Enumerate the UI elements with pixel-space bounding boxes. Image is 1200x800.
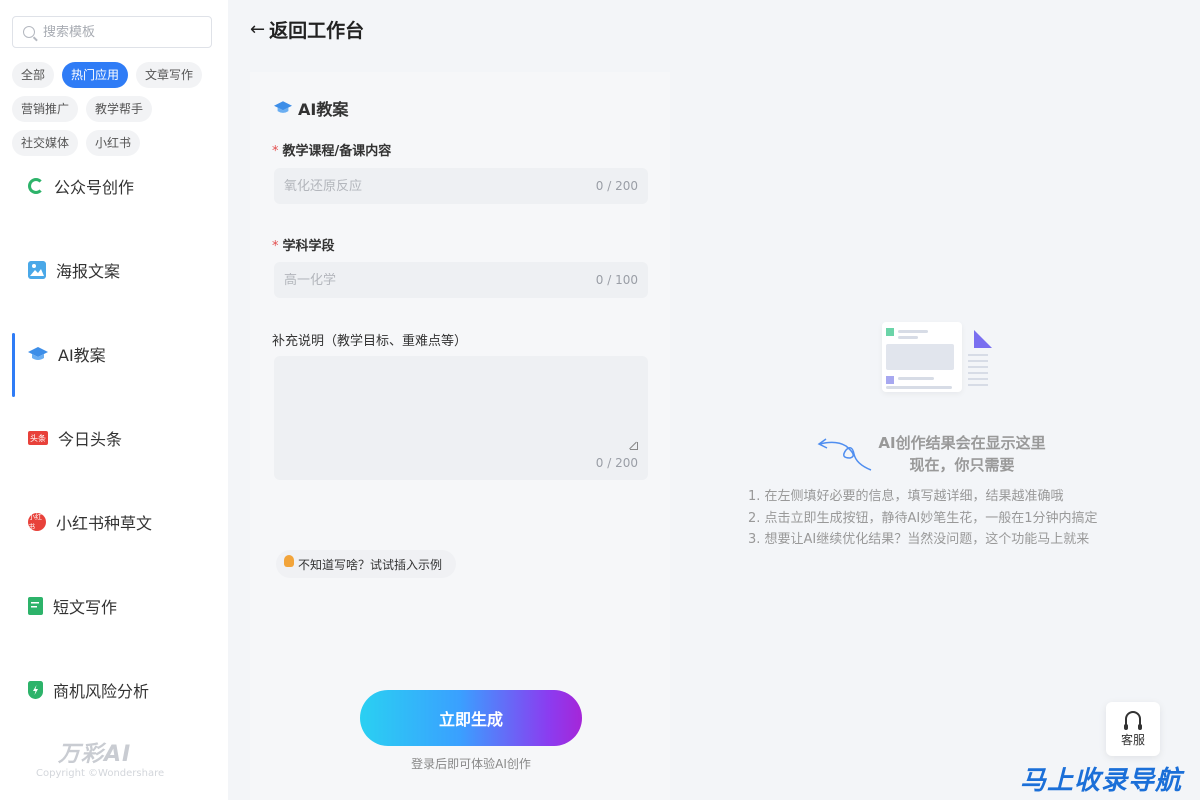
poster-icon: [28, 261, 46, 279]
instruction-steps: 1. 在左侧填好必要的信息，填写越详细，结果越准确哦 2. 点击立即生成按钮，静…: [748, 486, 1098, 551]
supplement-textarea[interactable]: [274, 356, 648, 480]
sidebar-item-label: 今日头条: [58, 430, 123, 449]
login-tip: 登录后即可体验AI创作: [411, 757, 531, 771]
course-content-label-text: 教学课程/备课内容: [282, 144, 392, 159]
customer-service-button[interactable]: 客服: [1106, 702, 1160, 756]
result-area: AI创作结果会在显示这里 现在，你只需要 1. 在左侧填好必要的信息，填写越详细…: [672, 72, 1200, 800]
search-box[interactable]: [12, 16, 212, 48]
course-content-input[interactable]: [284, 178, 564, 194]
subject-grade-input[interactable]: [284, 272, 564, 288]
tag-article-writing[interactable]: 文章写作: [136, 62, 203, 88]
back-label: 返回工作台: [269, 20, 365, 42]
result-placeholder-title: AI创作结果会在显示这里 现在，你只需要: [852, 432, 1072, 476]
tag-all[interactable]: 全部: [12, 62, 55, 88]
xiaohongshu-icon: 小红书: [28, 513, 46, 531]
sidebar-item-xiaohongshu[interactable]: 小红书 小红书种草文: [0, 480, 228, 564]
sidebar-item-label: 小红书种草文: [56, 514, 153, 533]
sidebar-item-poster[interactable]: 海报文案: [0, 228, 228, 312]
subject-grade-field[interactable]: 0 / 100: [274, 262, 648, 298]
instruction-step: 3. 想要让AI继续优化结果？当然没问题，这个功能马上就来: [748, 532, 1090, 547]
resize-handle-icon[interactable]: [630, 442, 638, 450]
shield-icon: [28, 681, 43, 699]
sidebar-item-short-writing[interactable]: 短文写作: [0, 564, 228, 648]
subject-grade-label-text: 学科学段: [282, 239, 335, 254]
subject-grade-label: * 学科学段: [272, 235, 335, 254]
sidebar-item-label: 海报文案: [56, 262, 121, 281]
char-counter: 0 / 200: [595, 456, 638, 470]
required-marker: *: [272, 144, 279, 159]
instruction-step: 2. 点击立即生成按钮，静待AI妙笔生花，一般在1分钟内搞定: [748, 510, 1098, 526]
result-title-line2: 现在，你只需要: [909, 456, 1015, 474]
form-panel: AI教案 *教学课程/备课内容 0 / 200 *学科学段 0 / 100 补充…: [250, 72, 670, 800]
sidebar-item-label: AI教案: [58, 346, 106, 365]
wechat-icon: [28, 178, 44, 194]
headset-icon: [1124, 710, 1142, 730]
watermark: 马上收录导航: [1020, 766, 1183, 796]
supplement-label: 补充说明（教学目标、重难点等）: [272, 334, 468, 349]
sidebar-item-label: 短文写作: [53, 598, 118, 617]
tag-hot-apps[interactable]: 热门应用: [62, 62, 129, 88]
insert-example-button[interactable]: 不知道写啥？试试插入示例: [276, 550, 457, 578]
toutiao-icon: 头条: [28, 431, 48, 445]
graduation-cap-icon: [28, 347, 48, 361]
char-counter: 0 / 100: [595, 273, 638, 287]
empty-result-illustration: [882, 322, 992, 402]
template-nav: 公众号创作 海报文案 AI教案 头条 今日头条 小红书 小红书种草文 短文写作: [0, 144, 228, 732]
form-title: AI教案: [274, 96, 348, 120]
category-tags: 全部 热门应用 文章写作 营销推广 教学帮手 社交媒体 小红书: [12, 62, 222, 156]
arrow-left-icon: ←: [250, 19, 266, 40]
insert-example-label: 不知道写啥？试试插入示例: [298, 557, 443, 572]
course-content-field[interactable]: 0 / 200: [274, 168, 648, 204]
lightbulb-icon: [284, 555, 294, 567]
sidebar-item-ai-lesson[interactable]: AI教案: [0, 312, 228, 397]
generate-button[interactable]: 立即生成: [360, 690, 582, 746]
result-title-line1: AI创作结果会在显示这里: [878, 434, 1046, 452]
sidebar-item-toutiao[interactable]: 头条 今日头条: [0, 396, 228, 480]
tag-teaching-helper[interactable]: 教学帮手: [86, 96, 153, 122]
tag-marketing[interactable]: 营销推广: [12, 96, 79, 122]
sidebar: 全部 热门应用 文章写作 营销推广 教学帮手 社交媒体 小红书 公众号创作 海报…: [0, 0, 228, 800]
sidebar-item-wechat[interactable]: 公众号创作: [0, 144, 228, 228]
back-to-workspace-button[interactable]: ← 返回工作台: [250, 16, 364, 43]
required-marker: *: [272, 239, 279, 254]
sidebar-item-label: 公众号创作: [54, 178, 135, 197]
form-title-text: AI教案: [298, 100, 349, 119]
graduation-cap-icon: [274, 99, 292, 118]
customer-service-label: 客服: [1120, 732, 1145, 747]
char-counter: 0 / 200: [595, 179, 638, 193]
copyright-text: Copyright ©Wondershare: [36, 768, 165, 779]
search-icon: [23, 26, 35, 38]
supplement-field[interactable]: 0 / 200: [274, 356, 648, 480]
sidebar-item-risk-analysis[interactable]: 商机风险分析: [0, 648, 228, 732]
document-icon: [28, 597, 43, 615]
instruction-step: 1. 在左侧填好必要的信息，填写越详细，结果越准确哦: [748, 489, 1064, 504]
search-input[interactable]: [43, 24, 193, 40]
brand-logo: 万彩AI: [58, 742, 132, 767]
course-content-label: * 教学课程/备课内容: [272, 140, 391, 159]
sidebar-item-label: 商机风险分析: [53, 682, 150, 701]
